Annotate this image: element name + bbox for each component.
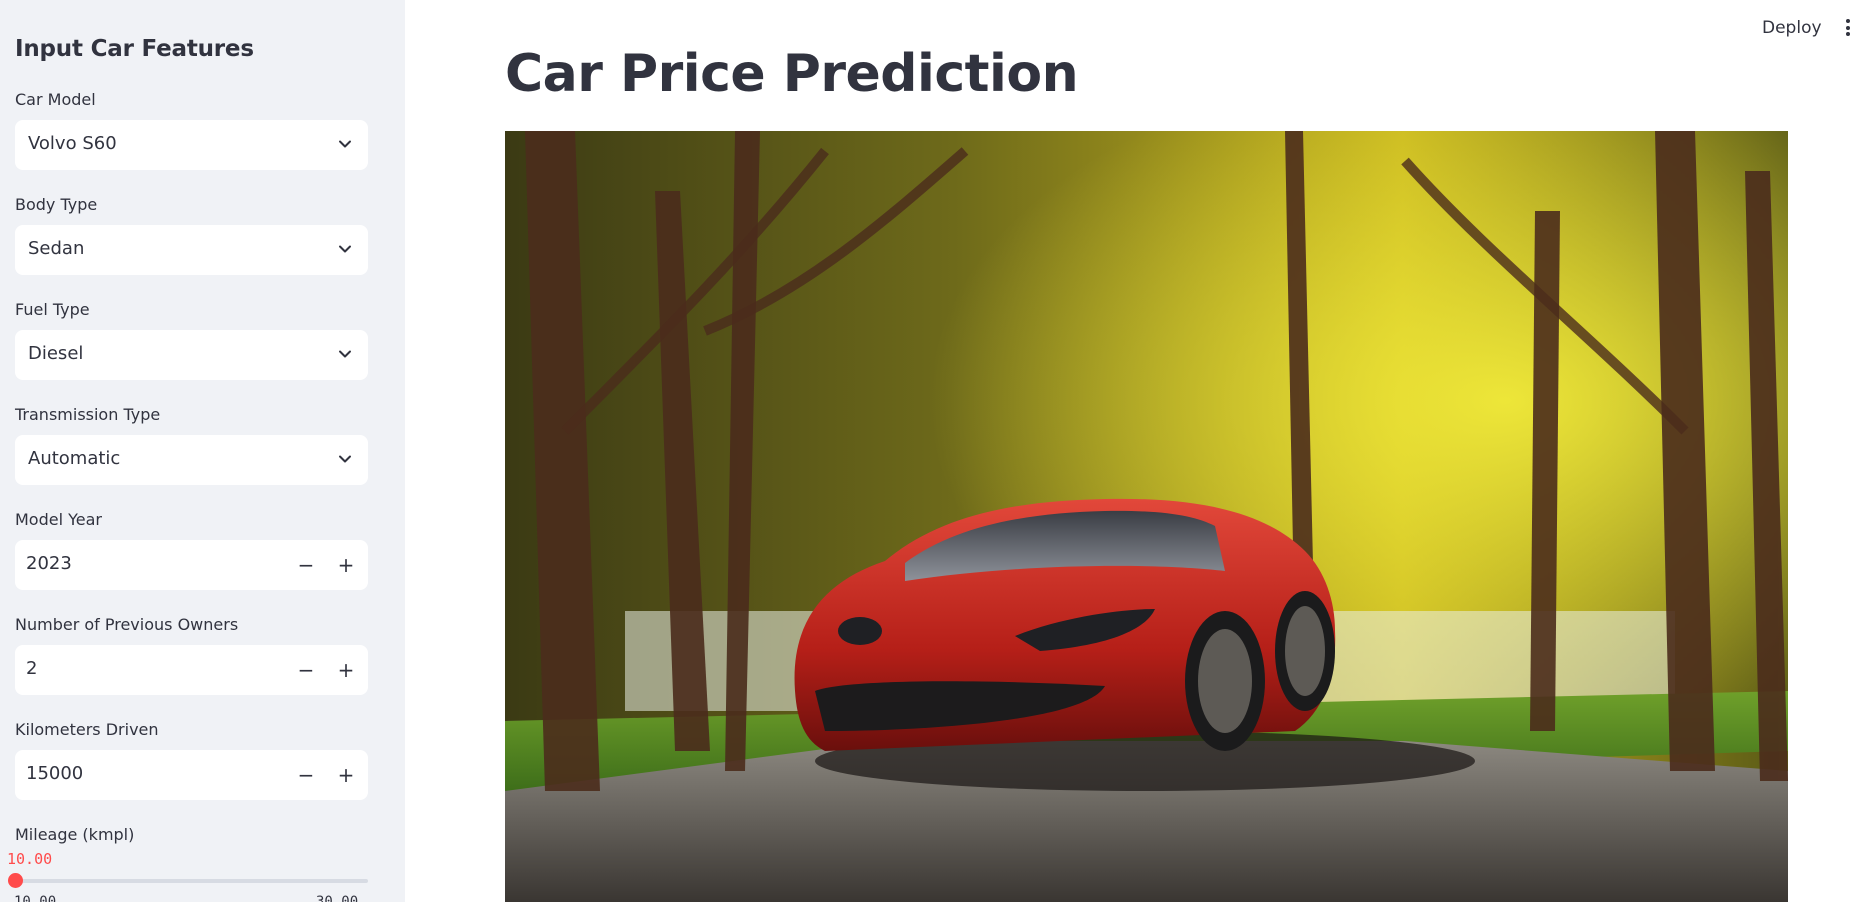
mileage-slider-min: 10.00 — [14, 894, 57, 902]
mileage-label: Mileage (kmpl) — [15, 825, 135, 844]
kilometers-label: Kilometers Driven — [15, 720, 159, 739]
car-model-select[interactable]: Volvo S60 — [15, 120, 368, 170]
car-model-label: Car Model — [15, 90, 96, 109]
owners-input[interactable]: 2 − + — [15, 645, 368, 695]
model-year-value[interactable]: 2023 — [26, 553, 72, 574]
kilometers-decrement-button[interactable]: − — [286, 750, 326, 800]
car-model-value: Volvo S60 — [28, 133, 117, 154]
vertical-ellipsis-icon[interactable] — [1845, 19, 1851, 39]
model-year-decrement-button[interactable]: − — [286, 540, 326, 590]
body-type-value: Sedan — [28, 238, 85, 259]
kilometers-value[interactable]: 15000 — [26, 763, 83, 784]
body-type-select[interactable]: Sedan — [15, 225, 368, 275]
mileage-slider-value: 10.00 — [7, 850, 53, 868]
chevron-down-icon — [339, 455, 351, 463]
deploy-button[interactable]: Deploy — [1762, 18, 1822, 38]
sidebar-title: Input Car Features — [15, 36, 254, 62]
mileage-slider-thumb[interactable] — [8, 873, 23, 888]
fuel-type-select[interactable]: Diesel — [15, 330, 368, 380]
chevron-down-icon — [339, 350, 351, 358]
car-hero-image — [505, 131, 1788, 902]
owners-value[interactable]: 2 — [26, 658, 37, 679]
model-year-input[interactable]: 2023 − + — [15, 540, 368, 590]
owners-label: Number of Previous Owners — [15, 615, 239, 634]
owners-increment-button[interactable]: + — [326, 645, 366, 695]
car-photo — [505, 131, 1788, 902]
model-year-label: Model Year — [15, 510, 102, 529]
sidebar: Input Car Features Car Model Volvo S60 B… — [0, 0, 405, 902]
model-year-increment-button[interactable]: + — [326, 540, 366, 590]
chevron-down-icon — [339, 245, 351, 253]
chevron-down-icon — [339, 140, 351, 148]
fuel-type-label: Fuel Type — [15, 300, 90, 319]
mileage-slider-max: 30.00 — [316, 894, 359, 902]
owners-decrement-button[interactable]: − — [286, 645, 326, 695]
page-title: Car Price Prediction — [505, 44, 1079, 104]
transmission-value: Automatic — [28, 448, 121, 469]
transmission-select[interactable]: Automatic — [15, 435, 368, 485]
kilometers-input[interactable]: 15000 − + — [15, 750, 368, 800]
fuel-type-value: Diesel — [28, 343, 84, 364]
transmission-label: Transmission Type — [15, 405, 161, 424]
kilometers-increment-button[interactable]: + — [326, 750, 366, 800]
body-type-label: Body Type — [15, 195, 98, 214]
mileage-slider-track[interactable] — [15, 879, 368, 883]
